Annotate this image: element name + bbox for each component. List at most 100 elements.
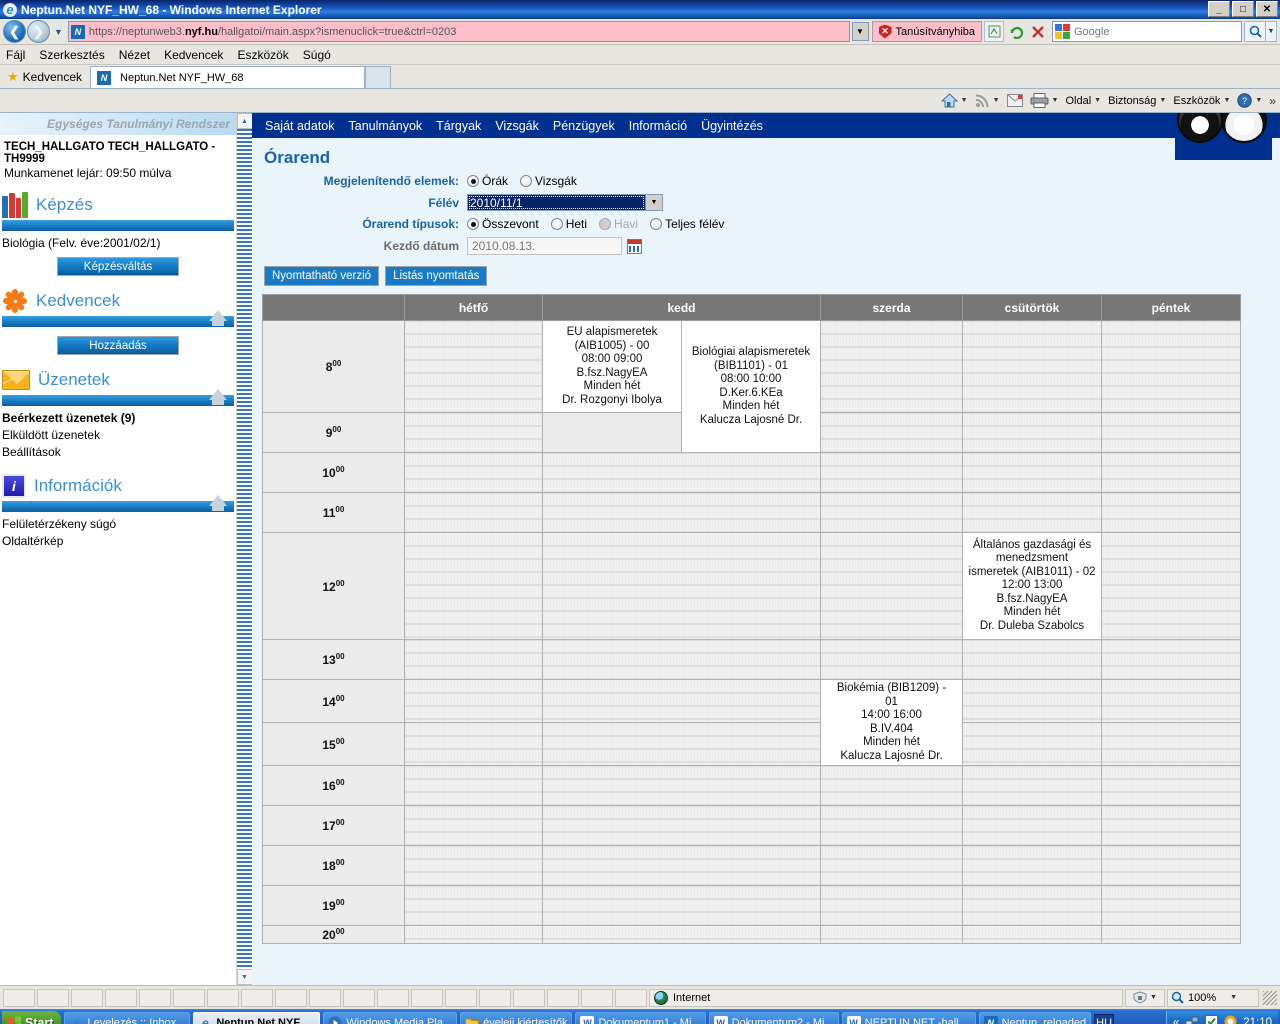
cell-szerda-13[interactable] [820,639,964,680]
clock[interactable]: 21:10 [1243,1017,1272,1024]
cell-hetfo-14[interactable] [404,679,543,723]
collapse-up-icon[interactable] [209,389,227,405]
taskbar-item[interactable]: Windows Media Pla... [323,1011,458,1024]
certificate-error-badge[interactable]: ✕ Tanúsítványhiba [871,21,982,42]
cell-szerda-20[interactable] [820,925,964,944]
radio-teljes-felev[interactable] [650,218,663,230]
cell-szerda-19[interactable] [820,885,964,926]
zoom-caret-icon[interactable]: ▼ [1230,994,1237,1001]
cell-szerda-18[interactable] [820,845,964,886]
taskbar-item[interactable]: W Dokumentum1 - Mi... [575,1011,706,1024]
cell-hetfo-8[interactable] [404,320,543,413]
sidebar-link-sent[interactable]: Elküldött üzenetek [2,427,234,444]
cell-szerda-10[interactable] [820,452,964,493]
menu-item-file[interactable]: Fájl [6,48,25,62]
radio-heti[interactable] [550,218,563,230]
cell-szerda-8[interactable] [820,320,964,413]
radio-heti-label[interactable]: Heti [566,217,587,231]
kepzesvaltas-button[interactable]: Képzésváltás [57,257,179,276]
cell-kedd-10[interactable] [541,452,822,493]
cell-csutortok-18[interactable] [962,845,1103,886]
taskbar-item[interactable]: W NEPTUN NET -hallg... [841,1011,976,1024]
cell-szerda-11[interactable] [820,492,964,533]
antivirus-icon[interactable] [1205,1015,1219,1024]
cell-kedd-11[interactable] [541,492,822,533]
zoom-control[interactable]: 100% ▼ [1167,988,1259,1007]
start-button[interactable]: Start [2,1011,62,1024]
cell-csutortok-15[interactable] [962,722,1103,766]
window-controls[interactable]: _ □ ✕ [1208,1,1278,17]
sidebar-link-inbox[interactable]: Beérkezett üzenetek (9) [2,410,234,427]
tools-menu-button[interactable]: Eszközök ▼ [1173,95,1230,107]
chevron-down-icon[interactable]: ▼ [645,195,662,210]
nav-informacio[interactable]: Információ [622,116,694,136]
restore-button[interactable]: □ [1232,1,1254,17]
cell-szerda-12[interactable] [820,532,964,640]
cell-csutortok-9[interactable] [962,412,1103,453]
nav-tanulmanyok[interactable]: Tanulmányok [342,116,430,136]
sidebar-link-context-help[interactable]: Felületérzékeny súgó [2,516,234,533]
taskbar-item[interactable]: N Neptun_reloaded [978,1011,1092,1024]
nav-sajat-adatok[interactable]: Saját adatok [258,116,342,136]
protected-mode-caret-icon[interactable]: ▼ [1150,994,1157,1001]
radio-vizsgak-label[interactable]: Vizsgák [535,174,577,188]
cell-kedd-a-9[interactable] [542,412,682,453]
help-caret-icon[interactable]: ▼ [1255,97,1262,104]
cell-hetfo-12[interactable] [404,532,543,640]
nav-targyak[interactable]: Tárgyak [429,116,488,136]
favorites-button[interactable]: ★ Kedvencek [5,69,90,88]
cell-pentek-9[interactable] [1101,412,1242,453]
semester-select[interactable]: 2010/11/1 ▼ [467,194,663,211]
scrollbar-track[interactable] [236,129,253,969]
taskbar-item[interactable]: W Dokumentum2 - Mi... [708,1011,839,1024]
search-go-button[interactable] [1244,21,1266,42]
event-biologiai-alapismeretek[interactable]: Biológiai alapismeretek (BIB1101) - 01 0… [680,320,822,453]
feeds-caret-icon[interactable]: ▼ [993,97,1000,104]
mail-button[interactable] [1006,94,1023,107]
hozzaadas-button[interactable]: Hozzáadás [57,336,179,355]
language-indicator[interactable]: HU [1094,1014,1115,1024]
protected-mode-indicator[interactable]: ▼ [1125,988,1165,1007]
taskbar-item[interactable]: éveleji kiértesítők [460,1011,573,1024]
menu-item-favorites[interactable]: Kedvencek [164,48,223,62]
radio-orak[interactable] [467,175,479,187]
scroll-down-button[interactable]: ▼ [236,969,253,985]
cell-hetfo-13[interactable] [404,639,543,680]
list-print-button[interactable]: Listás nyomtatás [385,266,488,286]
cell-szerda-16[interactable] [820,765,964,806]
resize-grip[interactable] [1263,990,1277,1005]
cell-kedd-15[interactable] [541,722,822,766]
page-caret-icon[interactable]: ▼ [1094,97,1101,104]
menu-item-tools[interactable]: Eszközök [237,48,288,62]
security-caret-icon[interactable]: ▼ [1159,97,1166,104]
cell-kedd-19[interactable] [541,885,822,926]
cell-csutortok-17[interactable] [962,805,1103,846]
event-eu-alapismeretek[interactable]: EU alapismeretek (AIB1005) - 00 08:00 09… [542,320,682,413]
cell-kedd-20[interactable] [541,925,822,944]
printable-version-button[interactable]: Nyomtatható verzió [264,266,380,286]
url-dropdown-icon[interactable]: ▼ [851,22,869,41]
search-provider-dropdown-icon[interactable]: ▼ [1266,21,1277,42]
cell-kedd-18[interactable] [541,845,822,886]
home-caret-icon[interactable]: ▼ [961,97,968,104]
tools-caret-icon[interactable]: ▼ [1223,97,1230,104]
nav-penzugyek[interactable]: Pénzügyek [546,116,622,136]
security-menu-button[interactable]: Biztonság ▼ [1108,95,1166,107]
scroll-up-button[interactable]: ▲ [236,113,253,129]
cell-hetfo-15[interactable] [404,722,543,766]
radio-osszevont-label[interactable]: Összevont [482,217,539,231]
cell-hetfo-18[interactable] [404,845,543,886]
page-menu-button[interactable]: Oldal ▼ [1065,95,1101,107]
menu-item-view[interactable]: Nézet [119,48,150,62]
cell-pentek-20[interactable] [1101,925,1242,944]
sidebar-link-settings[interactable]: Beállítások [2,444,234,461]
radio-vizsgak[interactable] [520,175,533,187]
cell-pentek-12[interactable] [1101,532,1242,640]
cell-csutortok-11[interactable] [962,492,1103,533]
print-button[interactable]: ▼ [1030,93,1058,108]
cell-kedd-14[interactable] [541,679,822,723]
cell-hetfo-19[interactable] [404,885,543,926]
event-biokemia[interactable]: Biokémia (BIB1209) - 01 14:00 16:00 B.IV… [820,679,964,766]
cell-pentek-16[interactable] [1101,765,1242,806]
cell-kedd-12[interactable] [541,532,822,640]
